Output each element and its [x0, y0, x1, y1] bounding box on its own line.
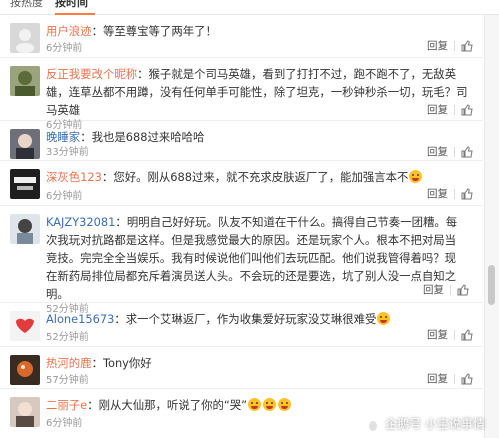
- like-button[interactable]: [461, 145, 473, 158]
- comment-list: 用户浪迹：等至尊宝等了两年了！ 6分钟前 回复 反正我要改个昵称：猴子就是个司马…: [0, 15, 483, 433]
- comment-actions: 回复: [427, 186, 473, 201]
- comment-time: 6分钟前: [46, 191, 83, 202]
- divider: [454, 188, 455, 199]
- comment-text: ：求一个艾琳返厂，作为收集爱好玩家没艾琳很难受: [114, 312, 377, 326]
- thumbs-up-icon: [461, 145, 473, 157]
- list-item: KAJZY32081：明明自己好好玩。队友不知道在干什么。搞得自己节奏一团糟。每…: [0, 206, 483, 315]
- scrollbar[interactable]: [484, 15, 499, 438]
- grin-emoji-icon: [263, 398, 277, 411]
- avatar[interactable]: [10, 169, 40, 199]
- avatar[interactable]: [10, 397, 40, 427]
- comment-actions: 回复: [427, 371, 473, 386]
- avatar[interactable]: [10, 66, 40, 96]
- list-item: 用户浪迹：等至尊宝等了两年了！ 6分钟前 回复: [0, 15, 483, 58]
- comment-time: 33分钟前: [46, 147, 89, 158]
- comment-username[interactable]: 晚睡家: [46, 130, 80, 144]
- comment-actions: 回复: [427, 38, 473, 53]
- reply-button[interactable]: 回复: [427, 38, 448, 53]
- divider: [454, 329, 455, 340]
- thumbs-up-icon: [457, 283, 469, 295]
- divider: [450, 284, 451, 295]
- divider: [454, 104, 455, 115]
- like-button[interactable]: [461, 39, 473, 52]
- thumbs-up-icon: [461, 103, 473, 115]
- comment-text: ：您好。刚从688过来，就不充求皮肤返厂了，能加强言本不: [101, 170, 409, 184]
- sort-tabs: 按热度 按时间: [0, 0, 499, 15]
- grin-emoji-icon: [248, 398, 262, 411]
- list-item: 反正我要改个昵称：猴子就是个司马英雄，看到了打打不过，跑不跑不了，无敌英雄，连草…: [0, 58, 483, 131]
- list-item: 热河的鹿：Tony你好 57分钟前 回复: [0, 347, 483, 389]
- avatar[interactable]: [10, 214, 40, 244]
- comment-actions: 回复: [423, 282, 469, 297]
- reply-button[interactable]: 回复: [423, 282, 444, 297]
- comment-username[interactable]: KAJZY32081: [46, 215, 115, 229]
- divider: [454, 146, 455, 157]
- reply-button[interactable]: 回复: [427, 144, 448, 159]
- list-item: 深灰色123：您好。刚从688过来，就不充求皮肤返厂了，能加强言本不 6分钟前 …: [0, 161, 483, 206]
- thumbs-up-icon: [461, 39, 473, 51]
- thumbs-up-icon: [461, 372, 473, 384]
- comment-username[interactable]: 深灰色123: [46, 170, 102, 184]
- avatar[interactable]: [10, 355, 40, 385]
- comment-text: ：等至尊宝等了两年了！: [91, 24, 217, 38]
- reply-button[interactable]: 回复: [427, 102, 448, 117]
- comment-username[interactable]: 反正我要改个昵称: [46, 67, 137, 81]
- comment-username[interactable]: 热河的鹿: [46, 356, 92, 370]
- penguin-logo-icon: [367, 417, 380, 432]
- comment-username[interactable]: 用户浪迹: [46, 24, 92, 38]
- avatar[interactable]: [10, 129, 40, 159]
- thumbs-up-icon: [461, 187, 473, 199]
- avatar[interactable]: [10, 23, 40, 53]
- comment-actions: 回复: [427, 327, 473, 342]
- like-button[interactable]: [461, 103, 473, 116]
- comment-time: 52分钟前: [46, 332, 89, 343]
- comment-time: 6分钟前: [46, 43, 83, 54]
- comment-text: ：刚从大仙那，听说了你的“哭”: [87, 398, 248, 412]
- reply-button[interactable]: 回复: [427, 371, 448, 386]
- divider: [454, 40, 455, 51]
- avatar[interactable]: [10, 311, 40, 341]
- grin-emoji-icon: [278, 398, 292, 411]
- reply-button[interactable]: 回复: [427, 186, 448, 201]
- like-button[interactable]: [461, 328, 473, 341]
- comment-username[interactable]: 二丽子e: [46, 398, 87, 412]
- comment-time: 57分钟前: [46, 375, 89, 386]
- comment-actions: 回复: [427, 102, 473, 117]
- like-button[interactable]: [457, 283, 469, 296]
- like-button[interactable]: [461, 372, 473, 385]
- comment-actions: 回复: [427, 144, 473, 159]
- tab-time[interactable]: 按时间: [55, 0, 88, 8]
- smile-emoji-icon: [409, 170, 423, 183]
- thumbs-up-icon: [461, 328, 473, 340]
- divider: [454, 373, 455, 384]
- like-button[interactable]: [461, 187, 473, 200]
- watermark: 企鹅号 小宝说事情: [365, 415, 485, 432]
- list-item: 晚睡家：我也是688过来哈哈哈 33分钟前 回复: [0, 121, 483, 161]
- watermark-text: 企鹅号 小宝说事情: [385, 417, 485, 431]
- comment-text: ：Tony你好: [91, 356, 152, 370]
- reply-button[interactable]: 回复: [427, 327, 448, 342]
- comment-username[interactable]: Alone15673: [46, 312, 114, 326]
- comment-text: ：我也是688过来哈哈哈: [80, 130, 205, 144]
- laugh-emoji-icon: [377, 312, 391, 325]
- list-item: Alone15673：求一个艾琳返厂，作为收集爱好玩家没艾琳很难受 52分钟前 …: [0, 303, 483, 347]
- scrollbar-thumb[interactable]: [488, 265, 495, 305]
- tab-hot[interactable]: 按热度: [10, 0, 43, 8]
